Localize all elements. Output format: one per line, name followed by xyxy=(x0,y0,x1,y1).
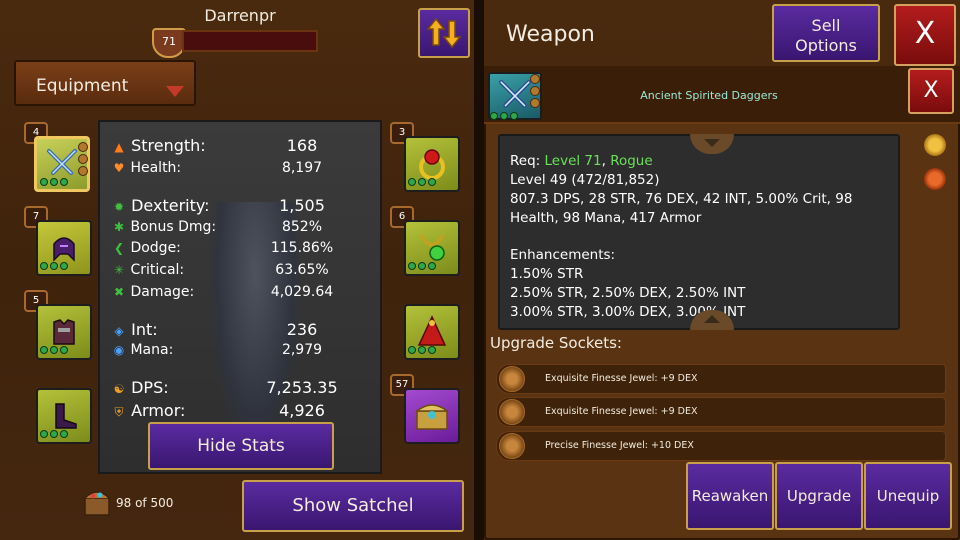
equipment-dropdown[interactable]: Equipment xyxy=(14,60,196,106)
gem-dots xyxy=(408,178,436,186)
enhancement-line: 2.50% STR, 2.50% DEX, 2.50% INT xyxy=(510,285,746,301)
swap-arrows-icon xyxy=(426,17,462,49)
gem-dots xyxy=(490,112,518,120)
refresh-icon[interactable] xyxy=(924,168,946,190)
gem-dots xyxy=(40,430,68,438)
potion-icon: ◉ xyxy=(113,343,125,357)
ring-icon xyxy=(419,149,445,180)
crossed-swords-icon: ✖ xyxy=(113,285,125,299)
xp-bar xyxy=(182,30,318,52)
stat-mana: ◉ Mana: 2,979 xyxy=(113,342,323,358)
reawaken-button[interactable]: Reawaken xyxy=(686,462,774,530)
panel-divider xyxy=(474,0,484,540)
cape-icon xyxy=(417,315,447,346)
stats-panel: ▲ Strength: 168 ♥ Health: 8,197 ✹ Dexter… xyxy=(98,120,382,474)
stat-critical: ✳ Critical: 63.65% xyxy=(113,262,329,278)
item-name: Ancient Spirited Daggers xyxy=(640,89,778,102)
heart-icon: ♥ xyxy=(113,161,125,175)
stat-dps: ☯ DPS: 7,253.35 xyxy=(113,378,338,397)
claw-icon: ☯ xyxy=(113,382,125,396)
item-detail-panel: Weapon Sell Options X Ancient Spirited D… xyxy=(484,0,960,540)
satchel-count: 98 of 500 xyxy=(116,496,174,510)
stat-damage: ✖ Damage: 4,029.64 xyxy=(113,284,334,300)
player-name: Darrenpr xyxy=(204,6,276,25)
slash-icon: ✹ xyxy=(113,200,125,214)
character-panel: Darrenpr 71 Equipment 4 7 5 3 6 57 ▲ Str… xyxy=(0,0,474,540)
critical-icon: ✳ xyxy=(113,263,125,277)
enhancement-line: 1.50% STR xyxy=(510,266,584,282)
gem-dots xyxy=(40,346,68,354)
socket-row[interactable]: Exquisite Finesse Jewel: +9 DEX xyxy=(496,364,946,394)
socket-indicators xyxy=(530,74,540,108)
stat-bonus-dmg: ✱ Bonus Dmg: 852% xyxy=(113,219,323,235)
gold-bag-icon[interactable] xyxy=(924,134,946,156)
close-item-button[interactable]: X xyxy=(908,68,954,114)
stat-health: ♥ Health: 8,197 xyxy=(113,160,323,176)
gem-dots xyxy=(408,346,436,354)
item-stats-line: 807.3 DPS, 28 STR, 76 DEX, 42 INT, 5.00%… xyxy=(510,191,853,207)
unequip-button[interactable]: Unequip xyxy=(864,462,952,530)
burst-icon: ✱ xyxy=(113,220,125,234)
shield-icon: ⛨ xyxy=(114,405,124,419)
stat-int: ◈ Int: 236 xyxy=(112,320,372,342)
show-satchel-button[interactable]: Show Satchel xyxy=(242,480,464,532)
upgrade-button[interactable]: Upgrade xyxy=(775,462,863,530)
stat-armor: ⛨ Armor: 4,926 xyxy=(112,401,372,423)
swap-button[interactable] xyxy=(418,8,470,58)
chest-slot[interactable] xyxy=(404,388,460,444)
close-button[interactable]: X xyxy=(894,4,956,66)
daggers-icon xyxy=(499,80,531,108)
satchel-icon xyxy=(82,488,112,518)
amulet-icon xyxy=(419,234,445,261)
chest-icon xyxy=(414,404,450,430)
hide-stats-button[interactable]: Hide Stats xyxy=(148,422,334,470)
socket-indicators xyxy=(78,142,88,176)
panel-title: Weapon xyxy=(506,22,595,47)
stat-strength: ▲ Strength: 168 xyxy=(112,136,372,158)
gem-dots xyxy=(40,178,68,186)
upgrade-sockets-title: Upgrade Sockets: xyxy=(490,334,622,352)
socket-row[interactable]: Exquisite Finesse Jewel: +9 DEX xyxy=(496,397,946,427)
helmet-icon xyxy=(53,237,75,262)
item-stats-line: Health, 98 Mana, 417 Armor xyxy=(510,210,702,226)
item-level-line: Level 49 (472/81,852) xyxy=(510,172,660,188)
dropdown-arrow-icon xyxy=(166,86,184,97)
fire-icon: ▲ xyxy=(114,140,124,154)
stat-dodge: ❮ Dodge: 115.86% xyxy=(113,240,334,256)
scroll-up-icon[interactable] xyxy=(690,134,734,154)
sell-options-button[interactable]: Sell Options xyxy=(772,4,880,62)
chest-armor-icon xyxy=(53,319,75,345)
mind-icon: ◈ xyxy=(114,324,124,338)
level-badge: 71 xyxy=(152,28,186,58)
jewel-icon xyxy=(499,366,525,392)
jewel-icon xyxy=(499,433,525,459)
socket-row[interactable]: Precise Finesse Jewel: +10 DEX xyxy=(496,431,946,461)
dodge-icon: ❮ xyxy=(113,241,125,255)
daggers-icon xyxy=(47,149,77,175)
jewel-icon xyxy=(499,399,525,425)
requirement-line: Req: Level 71, Rogue xyxy=(510,153,653,169)
item-description: Req: Level 71, Rogue Level 49 (472/81,85… xyxy=(498,134,900,330)
boots-icon xyxy=(55,403,77,429)
enhancements-title: Enhancements: xyxy=(510,247,616,263)
gem-dots xyxy=(40,262,68,270)
gem-dots xyxy=(408,262,436,270)
stat-dexterity: ✹ Dexterity: 1,505 xyxy=(113,196,325,215)
equipment-dropdown-label: Equipment xyxy=(36,76,129,96)
